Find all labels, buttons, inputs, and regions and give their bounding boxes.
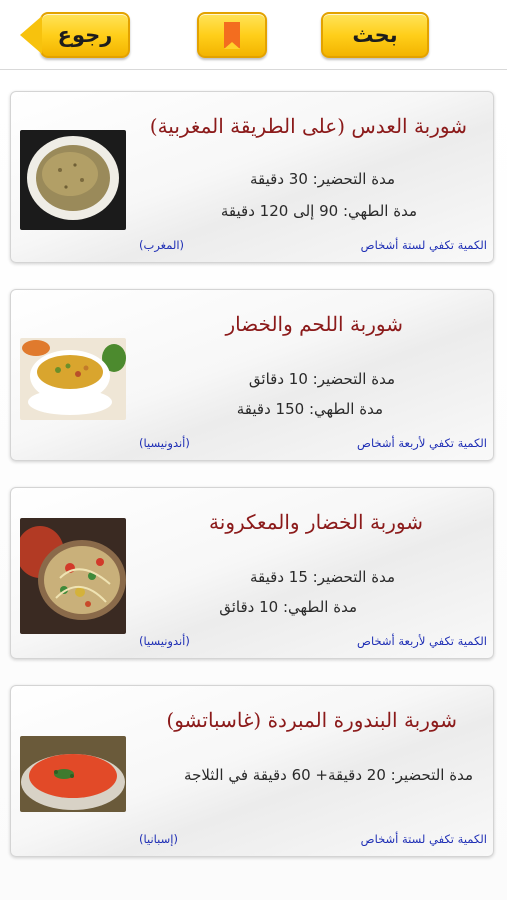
- servings-text: الكمية تكفي لأربعة أشخاص: [357, 634, 487, 648]
- recipe-card[interactable]: شوربة اللحم والخضار مدة التحضير: 10 دقائ…: [10, 289, 494, 461]
- recipe-title: شوربة البندورة المبردة (غاسباتشو): [166, 708, 457, 732]
- bookmark-icon: [224, 22, 240, 49]
- cook-time: مدة الطهي: 90 إلى 120 دقيقة: [220, 202, 417, 220]
- prep-time: مدة التحضير: 10 دقائق: [248, 370, 395, 388]
- recipe-title: شوربة العدس (على الطريقة المغربية): [149, 114, 467, 138]
- recipe-list: شوربة العدس (على الطريقة المغربية) مدة ا…: [0, 71, 507, 900]
- recipe-image: [20, 518, 126, 634]
- recipe-card[interactable]: شوربة العدس (على الطريقة المغربية) مدة ا…: [10, 91, 494, 263]
- bookmarks-button[interactable]: [197, 12, 267, 58]
- servings-text: الكمية تكفي لأربعة أشخاص: [357, 436, 487, 450]
- search-label: بحث: [352, 23, 398, 47]
- back-label: رجوع: [57, 23, 113, 47]
- back-button[interactable]: رجوع: [20, 12, 130, 58]
- origin-country: (أندونيسيا): [139, 436, 190, 450]
- back-arrow-icon: [20, 16, 42, 54]
- prep-time: مدة التحضير: 20 دقيقة+ 60 دقيقة في الثلا…: [184, 766, 473, 784]
- recipe-title: شوربة الخضار والمعكرونة: [209, 510, 423, 534]
- recipe-card[interactable]: شوربة البندورة المبردة (غاسباتشو) مدة ال…: [10, 685, 494, 857]
- origin-country: (أندونيسيا): [139, 634, 190, 648]
- cook-time: مدة الطهي: 10 دقائق: [219, 598, 357, 616]
- servings-text: الكمية تكفي لستة أشخاص: [360, 832, 487, 846]
- recipe-image: [20, 736, 126, 812]
- servings-text: الكمية تكفي لستة أشخاص: [360, 238, 487, 252]
- recipe-card[interactable]: شوربة الخضار والمعكرونة مدة التحضير: 15 …: [10, 487, 494, 659]
- prep-time: مدة التحضير: 15 دقيقة: [250, 568, 395, 586]
- prep-time: مدة التحضير: 30 دقيقة: [250, 170, 395, 188]
- search-button[interactable]: بحث: [321, 12, 429, 58]
- cook-time: مدة الطهي: 150 دقيقة: [236, 400, 383, 418]
- top-bar: رجوع بحث: [0, 0, 507, 70]
- recipe-title: شوربة اللحم والخضار: [225, 312, 403, 336]
- origin-country: (إسبانيا): [139, 832, 178, 846]
- recipe-image: [20, 130, 126, 230]
- recipe-image: [20, 338, 126, 420]
- origin-country: (المغرب): [139, 238, 185, 252]
